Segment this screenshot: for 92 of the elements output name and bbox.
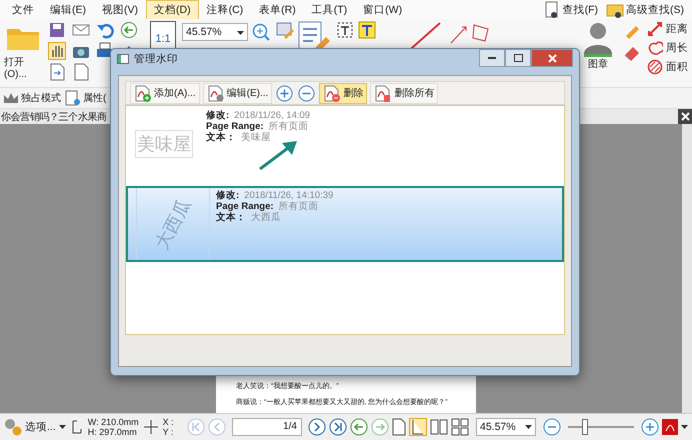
close-icon[interactable] (548, 54, 556, 62)
open-button[interactable]: 打开(O)... (4, 21, 42, 80)
menu-item[interactable]: 视图(V) (94, 0, 146, 20)
menu-item[interactable]: 文件 (4, 0, 42, 20)
field-label: Page Range: (216, 201, 274, 212)
zoom-in-icon[interactable] (252, 23, 270, 41)
field-value: 美味屋 (241, 132, 271, 143)
maximize-button[interactable] (505, 49, 531, 67)
window-icon (117, 54, 129, 64)
field-label: 修改: (216, 190, 240, 201)
crown-icon[interactable] (3, 91, 19, 105)
scrollbar[interactable] (682, 124, 692, 413)
menu-item[interactable]: 注释(C) (198, 0, 252, 20)
caret-icon[interactable] (237, 31, 244, 35)
close-icon[interactable] (680, 112, 690, 121)
maximize-icon[interactable] (514, 54, 522, 62)
next-page-icon[interactable] (308, 418, 326, 436)
document-arrow-icon[interactable] (48, 63, 66, 81)
x-coordinate-text: X : (162, 417, 174, 427)
plus-icon[interactable] (276, 84, 294, 102)
field-label: Page Range: (206, 121, 264, 132)
minimize-button[interactable] (479, 49, 505, 67)
find-button[interactable]: 查找(F) (542, 0, 598, 18)
page-size-icon[interactable] (70, 419, 83, 435)
person-silhouette-icon[interactable] (581, 21, 615, 57)
watermark-preview-text: 美味屋 (135, 130, 193, 158)
delete-all-button: 删除所有 (370, 82, 438, 104)
ruler-arrow-icon[interactable] (647, 21, 663, 37)
measure-button[interactable]: 周长 (647, 40, 688, 56)
field-value: 所有页面 (268, 121, 309, 132)
toolbar-button[interactable]: 属性( (65, 90, 106, 106)
page-number-field[interactable]: 1/4 (232, 418, 302, 436)
field-label: 文本： (206, 132, 236, 143)
printer-icon[interactable] (96, 42, 114, 60)
annotation-arrow (259, 141, 297, 170)
minus-icon[interactable] (298, 84, 316, 102)
watermark-item[interactable]: 大西瓜 修改: 2018/11/26, 14:10:39 Page Range: 所有页面 文本： 大西瓜 (126, 186, 564, 262)
document-tab[interactable]: 你会营销吗？三个水果商 (0, 110, 107, 124)
cloud-shape-icon[interactable] (647, 40, 663, 56)
zoom-in-icon[interactable] (641, 418, 659, 436)
measure-button[interactable]: 距离 (647, 21, 688, 37)
hatched-shape-icon[interactable] (647, 59, 663, 75)
watermark-item[interactable]: 美味屋 修改: 2018/11/26, 14:09 Page Range: 所有页面 文本： 美味屋 (126, 106, 564, 182)
close-icon[interactable] (678, 109, 692, 124)
y-coordinate-text: Y : (162, 427, 174, 437)
blank-page-icon[interactable] (72, 63, 90, 81)
typewriter-icon[interactable] (358, 21, 376, 39)
field-value: 2018/11/26, 14:10:39 (244, 190, 334, 201)
image-edit-icon[interactable] (276, 21, 294, 39)
slider-thumb[interactable] (582, 419, 588, 435)
document-trash-icon[interactable] (374, 84, 392, 102)
options-button[interactable]: 选项... (4, 418, 66, 436)
facing-pages-icon[interactable] (430, 418, 448, 436)
field-label: 文本： (216, 212, 246, 223)
zoom-combo[interactable]: 45.57% (476, 418, 536, 436)
page-height-text: H: 297.0mm (88, 427, 138, 437)
field-value: 2018/11/26, 14:09 (234, 110, 310, 121)
delete-button: 删除 (319, 82, 368, 104)
last-page-icon[interactable] (329, 418, 347, 436)
page-width-text: W: 210.0mm (88, 417, 139, 427)
document-plus-icon[interactable] (134, 84, 151, 102)
text-box-icon[interactable] (336, 21, 354, 39)
menu-item[interactable]: 编辑(E) (42, 0, 94, 20)
caret-icon[interactable] (58, 425, 66, 429)
save-icon[interactable] (48, 21, 66, 39)
pdf-icon[interactable] (662, 419, 678, 435)
toolbar-button[interactable]: 独占模式 (3, 91, 61, 105)
menu-item[interactable]: 工具(T) (304, 0, 356, 20)
zoom-combo[interactable]: 45.57% (182, 23, 248, 41)
close-button[interactable] (531, 49, 573, 67)
find-button[interactable]: 高级查找(S) (606, 0, 684, 18)
field-value: 所有页面 (278, 201, 319, 212)
continuous-facing-icon[interactable] (451, 418, 469, 436)
zoom-out-icon[interactable] (543, 418, 561, 436)
add-button: 添加(A)... (130, 82, 200, 104)
single-page-icon[interactable] (392, 418, 406, 436)
crosshair-icon[interactable] (144, 420, 158, 434)
stamp-button[interactable]: 图章 (581, 21, 615, 71)
caret-icon[interactable] (681, 425, 688, 429)
menu-item[interactable]: 窗口(W) (355, 0, 410, 20)
field-value: 大西瓜 (251, 212, 281, 223)
menu-item[interactable]: 文档(D) (146, 0, 199, 20)
minimize-icon[interactable] (488, 56, 496, 60)
menu-item[interactable]: 表单(R) (251, 0, 304, 20)
measure-button[interactable]: 面积 (647, 59, 688, 75)
edit-button: 编辑(E)... (202, 82, 272, 104)
undo-icon[interactable] (96, 21, 114, 39)
watermark-preview-text: 大西瓜 (150, 194, 196, 255)
document-minus-icon[interactable] (323, 84, 340, 102)
continuous-page-icon[interactable] (409, 418, 427, 436)
caret-icon[interactable] (525, 425, 532, 429)
field-label: 修改: (206, 110, 230, 121)
